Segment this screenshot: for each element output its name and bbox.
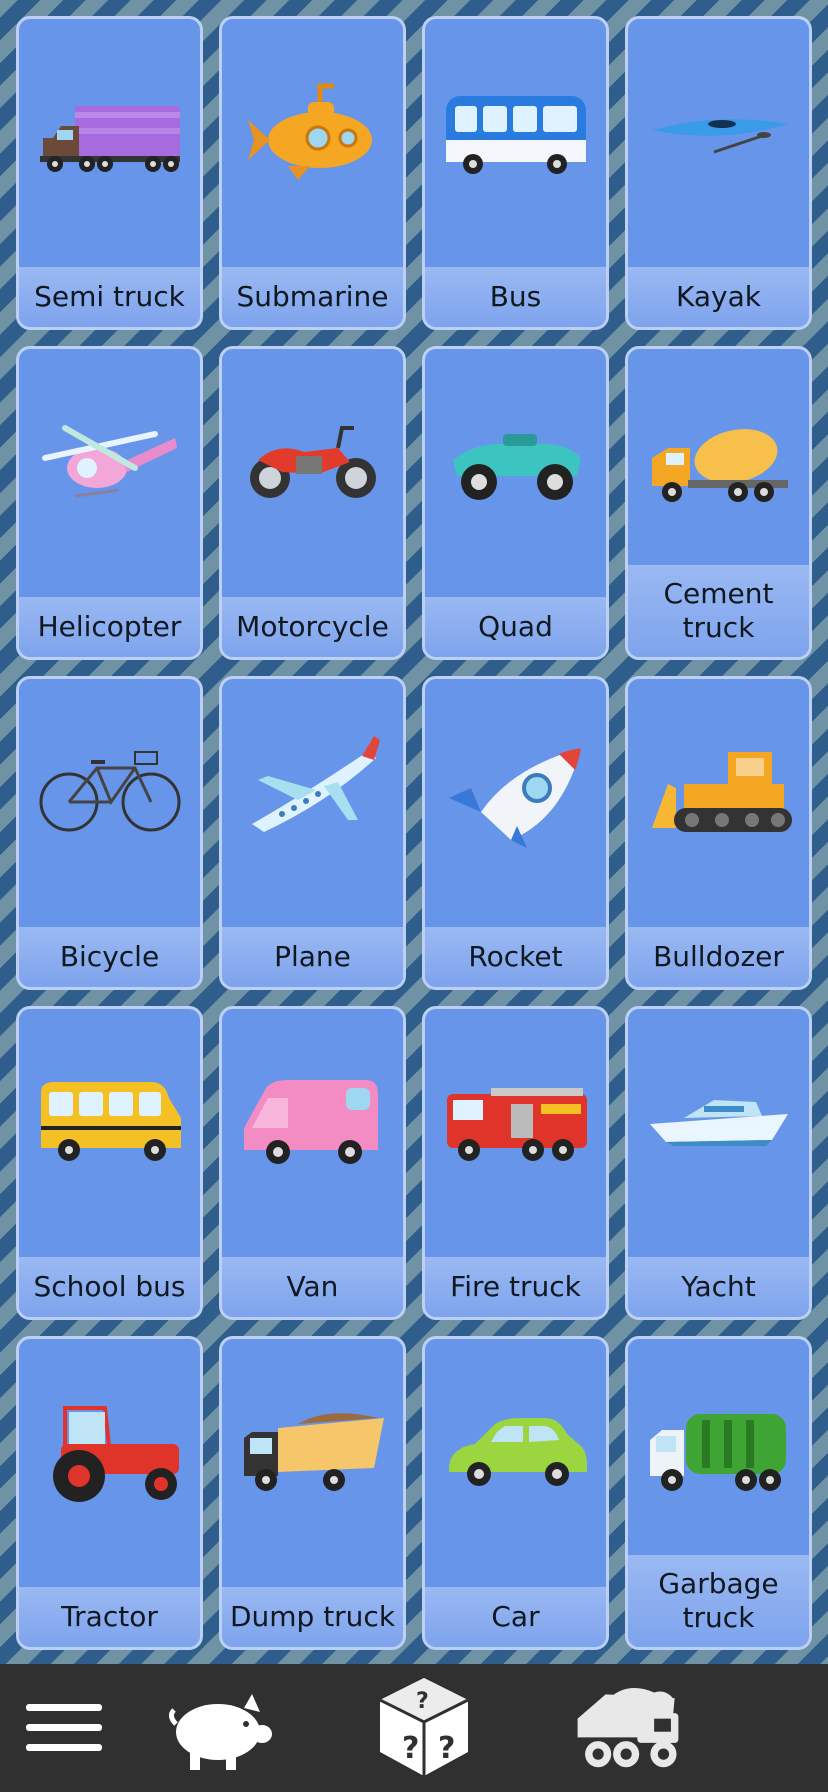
card-cement-truck[interactable]: Cement truck (625, 346, 812, 660)
dump-truck-icon (243, 1413, 384, 1491)
question-dice-icon: ? ? ? (379, 1678, 469, 1776)
card-label: Van (222, 1257, 403, 1317)
card-rocket[interactable]: Rocket (422, 676, 609, 990)
card-submarine[interactable]: Submarine (219, 16, 406, 330)
card-school-bus[interactable]: School bus (16, 1006, 203, 1320)
card-fire-truck[interactable]: Fire truck (422, 1006, 609, 1320)
card-label: Rocket (425, 927, 606, 987)
rocket-icon (448, 748, 581, 848)
fire-truck-icon (446, 1088, 587, 1161)
card-label: Yacht (628, 1257, 809, 1317)
card-label: School bus (19, 1257, 200, 1317)
card-quad[interactable]: Quad (422, 346, 609, 660)
random-button[interactable]: ? ? ? (368, 1672, 480, 1784)
card-label: Kayak (628, 267, 809, 327)
motorcycle-icon (249, 426, 376, 498)
svg-text:?: ? (416, 1689, 429, 1714)
bulldozer-icon (651, 752, 792, 832)
semi-truck-icon (39, 106, 180, 172)
tractor-icon (52, 1406, 179, 1502)
kayak-icon (651, 119, 789, 154)
menu-button[interactable] (22, 1672, 106, 1784)
card-label: Bulldozer (628, 927, 809, 987)
van-icon (243, 1080, 378, 1164)
card-label: Tractor (19, 1587, 200, 1647)
card-bicycle[interactable]: Bicycle (16, 676, 203, 990)
pig-icon (168, 1694, 272, 1770)
card-label: Bicycle (19, 927, 200, 987)
farm-animals-button[interactable] (164, 1672, 276, 1784)
plane-icon (251, 736, 380, 832)
card-label: Quad (425, 597, 606, 657)
card-label: Bus (425, 267, 606, 327)
helicopter-icon (41, 425, 177, 498)
card-helicopter[interactable]: Helicopter (16, 346, 203, 660)
bus-icon (445, 96, 586, 174)
card-car[interactable]: Car (422, 1336, 609, 1650)
card-plane[interactable]: Plane (219, 676, 406, 990)
bottom-navigation-bar: ? ? ? (0, 1664, 828, 1792)
card-semi-truck[interactable]: Semi truck (16, 16, 203, 330)
card-bulldozer[interactable]: Bulldozer (625, 676, 812, 990)
school-bus-icon (40, 1082, 181, 1161)
vehicles-button[interactable] (572, 1672, 684, 1784)
bicycle-icon (39, 751, 180, 832)
card-garbage-truck[interactable]: Garbage truck (625, 1336, 812, 1650)
dump-truck-icon (577, 1688, 679, 1768)
card-label: Submarine (222, 267, 403, 327)
yacht-icon (649, 1100, 788, 1146)
svg-text:?: ? (402, 1731, 419, 1766)
card-tractor[interactable]: Tractor (16, 1336, 203, 1650)
svg-text:?: ? (438, 1731, 455, 1766)
card-van[interactable]: Van (219, 1006, 406, 1320)
card-label: Dump truck (222, 1587, 403, 1647)
card-label: Motorcycle (222, 597, 403, 657)
garbage-truck-icon (649, 1414, 786, 1491)
card-label: Helicopter (19, 597, 200, 657)
vehicle-card-grid: Semi truck Submarine Bus Kayak Helicopte… (16, 16, 812, 1650)
card-label: Semi truck (19, 267, 200, 327)
card-label: Garbage truck (628, 1555, 809, 1647)
card-yacht[interactable]: Yacht (625, 1006, 812, 1320)
card-label: Car (425, 1587, 606, 1647)
car-icon (448, 1418, 587, 1486)
card-label: Plane (222, 927, 403, 987)
submarine-icon (247, 83, 372, 180)
hamburger-menu-icon (26, 1704, 102, 1751)
card-motorcycle[interactable]: Motorcycle (219, 346, 406, 660)
quad-icon (452, 434, 581, 500)
card-kayak[interactable]: Kayak (625, 16, 812, 330)
card-bus[interactable]: Bus (422, 16, 609, 330)
cement-truck-icon (651, 429, 788, 502)
card-dump-truck[interactable]: Dump truck (219, 1336, 406, 1650)
card-label: Cement truck (628, 565, 809, 657)
card-label: Fire truck (425, 1257, 606, 1317)
